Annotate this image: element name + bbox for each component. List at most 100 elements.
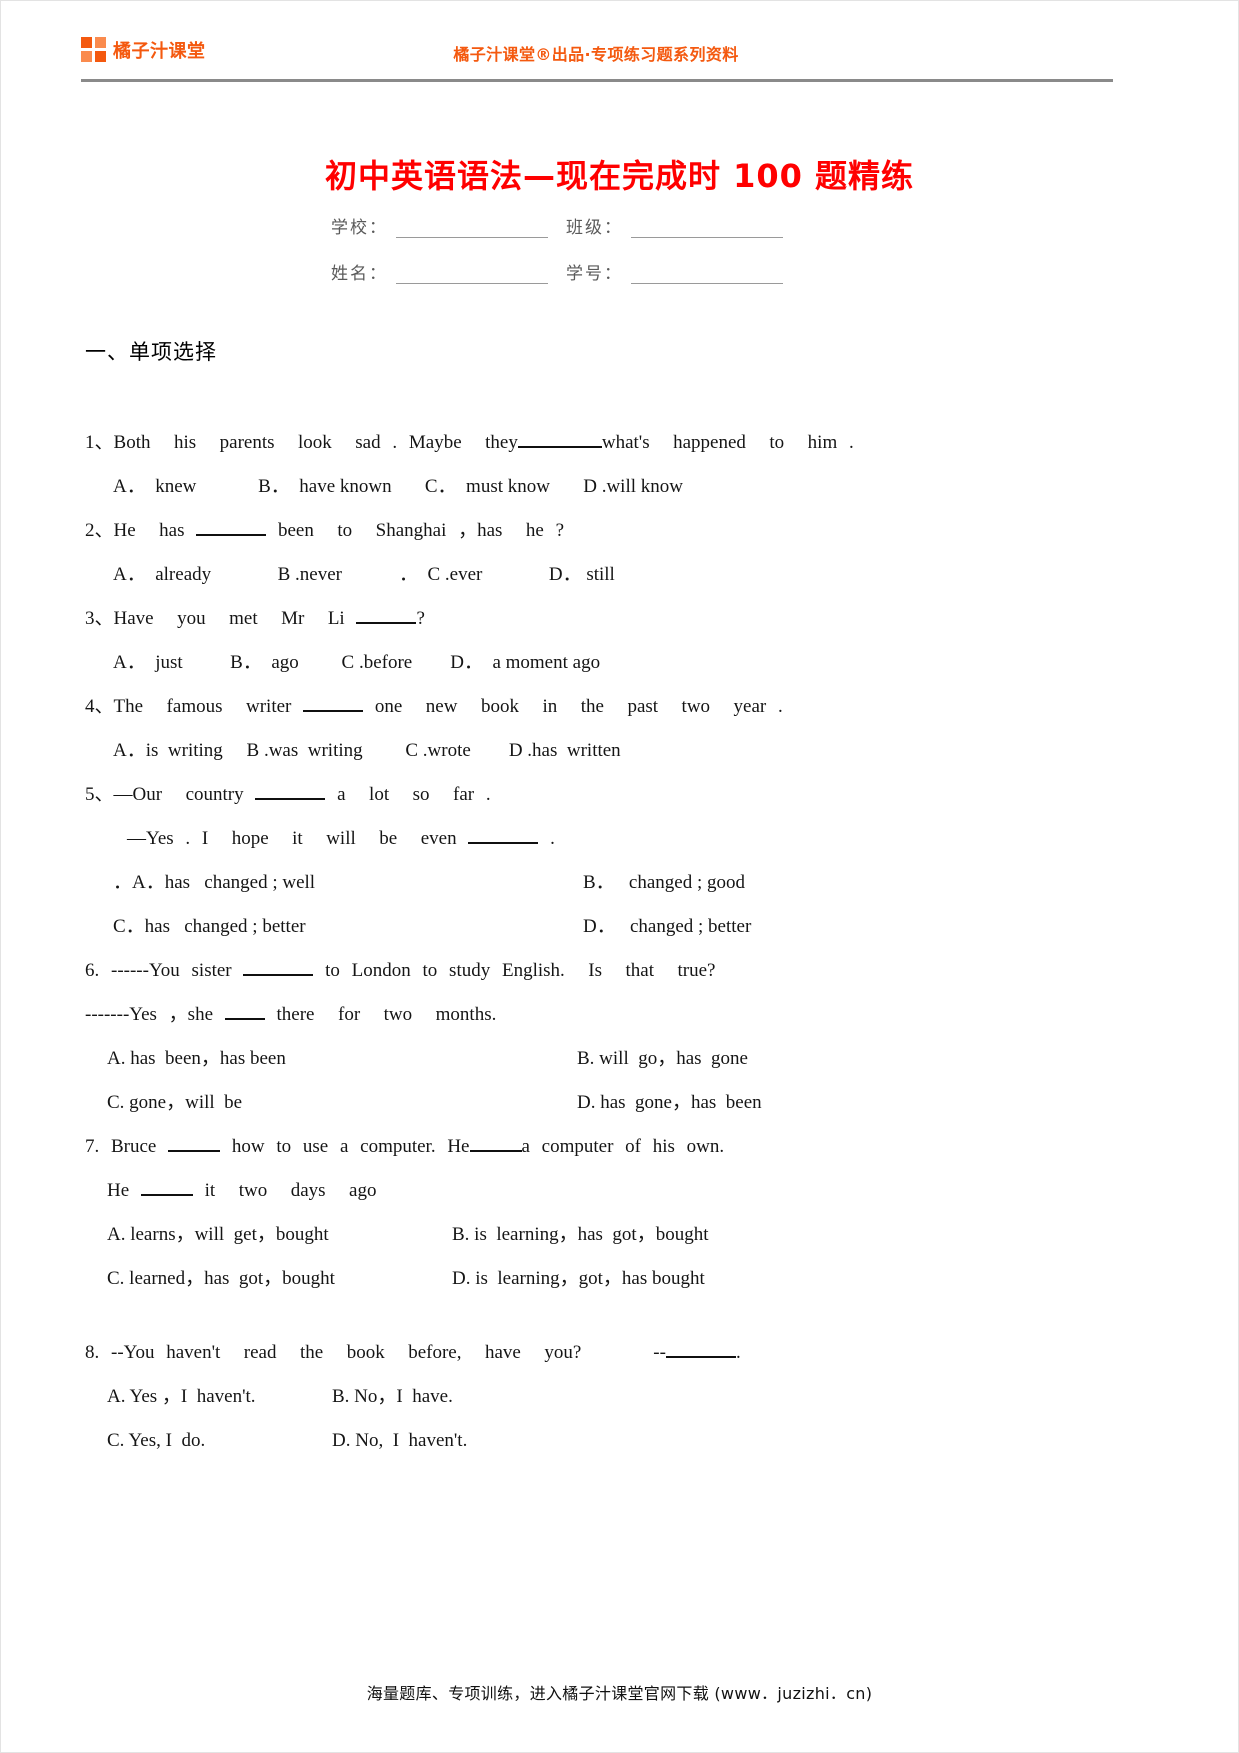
question-1-stem-tail: what's happened to him . — [601, 432, 854, 453]
question-6-option-b[interactable]: B. will go，has gone — [577, 1037, 1115, 1081]
question-4-blank[interactable] — [303, 710, 364, 712]
question-7-blank-1[interactable] — [168, 1150, 221, 1152]
question-7-stem: 7. Bruce how to use a computer. He a comp… — [85, 1125, 1115, 1169]
question-8-blank[interactable] — [665, 1356, 736, 1358]
question-7-cont-post: it two days ago — [204, 1180, 377, 1201]
question-5-stem-text: —Our country — [113, 784, 244, 805]
question-1-options[interactable]: A． knew B． have known C． must know D .wi… — [85, 465, 1115, 509]
question-6-stem-tail: to London to study English. Is that true… — [325, 960, 716, 981]
question-5-option-c[interactable]: C．has changed ; better — [113, 905, 583, 949]
question-5-option-d[interactable]: D． changed ; better — [583, 905, 1115, 949]
question-6-number: 6. — [85, 960, 100, 981]
question-6-option-a[interactable]: A. has been，has been — [107, 1037, 577, 1081]
section-heading: 一、单项选择 — [85, 340, 217, 364]
question-1: 1、Both his parents look sad . Maybe they… — [85, 421, 1115, 509]
page-canvas: 橘子汁课堂 橘子汁课堂®出品·专项练习题系列资料 初中英语语法—现在完成时 10… — [0, 0, 1239, 1753]
question-6-stem-text: ------You sister — [111, 960, 232, 981]
question-7-continuation: He it two days ago — [85, 1169, 1115, 1213]
question-3-number: 3、 — [85, 608, 114, 629]
question-8-option-b[interactable]: B. No，I have. — [332, 1375, 1115, 1419]
question-6-continuation: -------Yes ，she there for two months. — [85, 993, 1115, 1037]
question-8-option-d[interactable]: D. No, I haven't. — [332, 1419, 1115, 1463]
question-6-cont-pre: -------Yes ，she — [85, 1004, 214, 1025]
question-3: 3、Have you met Mr Li ? A． just B． ago C … — [85, 597, 1115, 685]
question-2: 2、He has been to Shanghai ，has he ? A． a… — [85, 509, 1115, 597]
question-7-number: 7. — [85, 1136, 100, 1157]
question-3-blank[interactable] — [356, 622, 417, 624]
question-8-number: 8. — [85, 1342, 100, 1363]
question-4-number: 4、 — [85, 696, 114, 717]
question-6-option-c[interactable]: C. gone，will be — [107, 1081, 577, 1125]
question-5-options: ．A．has changed ; well B． changed ; good … — [85, 861, 1115, 949]
question-4: 4、The famous writer one new book in the … — [85, 685, 1115, 773]
class-label: 班级： — [566, 218, 623, 238]
header-tagline: 橘子汁课堂®出品·专项练习题系列资料 — [453, 45, 739, 64]
question-7-options: A. learns，will get，bought B. is learning… — [85, 1213, 1115, 1301]
question-5-blank-2[interactable] — [468, 842, 539, 844]
question-spacer — [85, 1301, 1115, 1331]
header-divider — [81, 79, 1113, 82]
question-8: 8. --You haven't read the book before, h… — [85, 1331, 1115, 1463]
question-7-option-b[interactable]: B. is learning，has got，bought — [452, 1213, 1115, 1257]
question-6-stem: 6. ------You sister to London to study E… — [85, 949, 1115, 993]
question-6-blank-2[interactable] — [224, 1018, 265, 1020]
question-5-cont-pre: —Yes . I hope it will be even — [127, 828, 457, 849]
question-7-blank-2[interactable] — [469, 1150, 522, 1152]
meta-row-2: 姓名： 学号： — [331, 259, 801, 284]
document-header: 橘子汁课堂 橘子汁课堂®出品·专项练习题系列资料 — [81, 31, 1111, 81]
question-4-options[interactable]: A．is writing B .was writing C .wrote D .… — [85, 729, 1115, 773]
question-5-continuation: —Yes . I hope it will be even . — [85, 817, 1115, 861]
school-label: 学校： — [331, 218, 388, 238]
document-footer: 海量题库、专项训练，进入橘子汁课堂官网下载 (www．juzizhi．cn) — [366, 1684, 873, 1703]
student-id-field: 学号： — [566, 259, 783, 284]
question-5-blank-1[interactable] — [255, 798, 326, 800]
question-7-cont-pre: He — [107, 1180, 130, 1201]
question-4-stem-tail: one new book in the past two year . — [374, 696, 783, 717]
question-6: 6. ------You sister to London to study E… — [85, 949, 1115, 1125]
question-3-options[interactable]: A． just B． ago C .before D． a moment ago — [85, 641, 1115, 685]
student-info-block: 学校： 班级： 姓名： 学号： — [331, 213, 801, 305]
question-7-option-d[interactable]: D. is learning，got，has bought — [452, 1257, 1115, 1301]
document-page: 橘子汁课堂 橘子汁课堂®出品·专项练习题系列资料 初中英语语法—现在完成时 10… — [0, 0, 1239, 1753]
question-8-option-a[interactable]: A. Yes ，I haven't. — [107, 1375, 332, 1419]
name-field: 姓名： — [331, 259, 566, 284]
question-5-stem: 5、—Our country a lot so far . — [85, 773, 1115, 817]
question-5-option-b[interactable]: B． changed ; good — [583, 861, 1115, 905]
question-2-number: 2、 — [85, 520, 114, 541]
question-7-blank-3[interactable] — [140, 1194, 193, 1196]
student-id-label: 学号： — [566, 264, 623, 284]
student-id-input[interactable] — [631, 266, 783, 284]
question-5-cont-post: . — [550, 828, 555, 849]
question-1-blank[interactable] — [517, 446, 602, 448]
school-field: 学校： — [331, 213, 566, 238]
school-input[interactable] — [396, 220, 548, 238]
question-5-number: 5、 — [85, 784, 114, 805]
question-7: 7. Bruce how to use a computer. He a comp… — [85, 1125, 1115, 1301]
question-2-stem-tail: been to Shanghai ，has he ? — [278, 520, 565, 541]
question-8-stem-end: . — [735, 1342, 741, 1363]
question-8-options: A. Yes ，I haven't. B. No，I have. C. Yes,… — [85, 1375, 1115, 1463]
question-2-blank[interactable] — [196, 534, 267, 536]
question-6-option-d[interactable]: D. has gone，has been — [577, 1081, 1115, 1125]
question-3-stem-tail: ? — [416, 608, 425, 629]
question-5-option-a[interactable]: ．A．has changed ; well — [113, 861, 583, 905]
name-input[interactable] — [396, 266, 548, 284]
question-8-stem-tail: -- — [653, 1342, 666, 1363]
question-3-stem-text: Have you met Mr Li — [113, 608, 345, 629]
question-8-option-c[interactable]: C. Yes, I do. — [107, 1419, 332, 1463]
question-5-stem-tail: a lot so far . — [337, 784, 491, 805]
name-label: 姓名： — [331, 264, 388, 284]
question-6-options: A. has been，has been B. will go，has gone… — [85, 1037, 1115, 1125]
class-input[interactable] — [631, 220, 783, 238]
question-8-stem: 8. --You haven't read the book before, h… — [85, 1331, 1115, 1375]
question-5: 5、—Our country a lot so far . —Yes . I h… — [85, 773, 1115, 949]
question-2-options[interactable]: A． already B .never ． C .ever D． still — [85, 553, 1115, 597]
question-7-option-a[interactable]: A. learns，will get，bought — [107, 1213, 452, 1257]
question-7-option-c[interactable]: C. learned，has got，bought — [107, 1257, 452, 1301]
question-7-stem-mid: how to use a computer. He — [231, 1136, 470, 1157]
question-4-stem-text: The famous writer — [113, 696, 292, 717]
question-4-stem: 4、The famous writer one new book in the … — [85, 685, 1115, 729]
question-3-stem: 3、Have you met Mr Li ? — [85, 597, 1115, 641]
question-6-blank-1[interactable] — [243, 974, 314, 976]
page-title: 初中英语语法—现在完成时 100 题精练 — [324, 157, 915, 195]
